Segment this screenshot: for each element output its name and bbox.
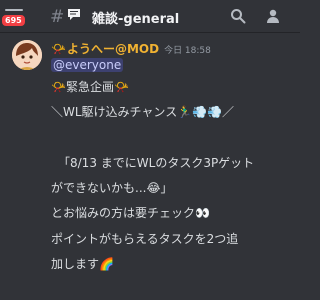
chat-message: 📯 ようへー@MOD 今日 18:58 @everyone 📯緊急企画📯 ＼WL… — [0, 33, 300, 300]
everyone-mention[interactable]: @everyone — [51, 58, 124, 72]
message-line: ポイントがもらえるタスクを2つ追 — [51, 232, 239, 246]
unread-badge: 695 — [0, 13, 27, 28]
message-line: ＼WL駆け込みチャンス🏃‍♂️💨💨／ — [51, 105, 235, 119]
message-line: 「8/13 までにWLのタスク3Pゲット — [58, 156, 255, 170]
avatar[interactable] — [12, 40, 42, 70]
message-line: とお悩みの方は要チェック👀 — [51, 206, 210, 220]
message-line: 📯緊急企画📯 — [51, 80, 129, 94]
message-header: 📯 ようへー@MOD 今日 18:58 — [51, 40, 211, 57]
role-icon: 📯 — [51, 42, 66, 56]
author-name[interactable]: ようへー@MOD — [67, 40, 159, 57]
channel-name: 雑談-general — [92, 12, 180, 27]
search-icon[interactable] — [230, 8, 246, 24]
message-line: 加します🌈 — [51, 257, 114, 271]
message-timestamp: 今日 18:58 — [164, 46, 211, 56]
message-line: ができないかも...😂」 — [51, 181, 173, 195]
threads-icon[interactable] — [67, 8, 81, 21]
hash-icon: # — [50, 7, 65, 27]
channel-header: 695 # 雑談-general — [0, 0, 300, 33]
members-icon[interactable] — [265, 8, 281, 24]
